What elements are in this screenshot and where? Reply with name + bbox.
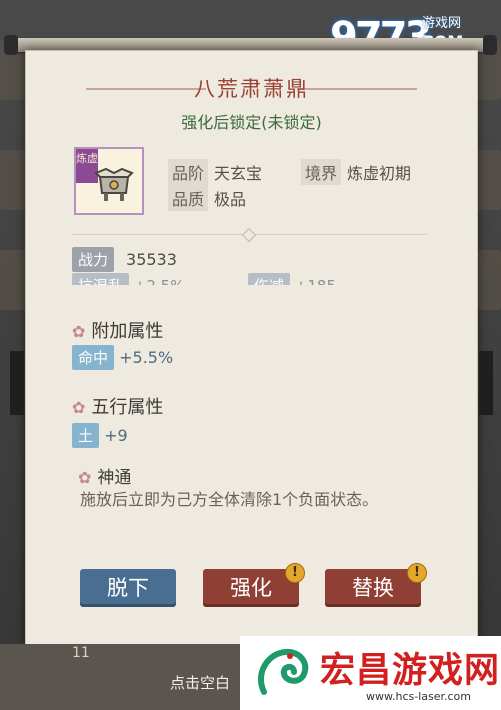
attr-realm-value: 炼虚初期: [347, 164, 412, 183]
extra-attr-heading: ✿ 附加属性: [72, 317, 163, 343]
partial-stat-2: 伤减 +185: [248, 273, 336, 285]
five-elements-stat-value: +9: [104, 426, 128, 445]
replace-button-label: 替换: [352, 576, 394, 600]
divider: [72, 227, 427, 243]
extra-attr-stat: 命中 +5.5%: [72, 345, 173, 370]
five-elements-heading: ✿ 五行属性: [72, 393, 163, 419]
skill-heading: ✿ 神通: [78, 463, 131, 488]
extra-attr-heading-text: 附加属性: [91, 321, 164, 342]
background-count: 11: [72, 645, 90, 661]
partial-stat-1-label: 抗混乱: [72, 273, 130, 285]
enhance-button[interactable]: 强化 !: [203, 563, 305, 607]
item-detail-panel: 八荒肃萧鼎 强化后锁定(未锁定) 炼虚 品阶 天玄宝 境界 炼虚初期 品质 极品 战力…: [10, 50, 493, 646]
extra-attr-stat-label: 命中: [72, 345, 115, 370]
power-label: 战力: [72, 247, 115, 272]
unequip-button-label: 脱下: [107, 576, 149, 600]
attr-grade-label: 品阶: [168, 159, 209, 185]
cauldron-icon: [94, 167, 134, 201]
item-title: 八荒肃萧鼎: [194, 77, 309, 101]
power-row: 战力 35533: [72, 247, 177, 272]
alert-icon: !: [285, 563, 305, 583]
tap-blank-hint[interactable]: 点击空白: [170, 672, 230, 693]
watermark-banner-bottom: 宏昌游戏网 www.hcs-laser.com: [240, 636, 501, 710]
attr-quality-label: 品质: [168, 185, 209, 211]
skill-heading-text: 神通: [97, 468, 132, 488]
panel-side-tab-left: [10, 351, 24, 415]
flower-icon: ✿: [72, 398, 86, 417]
attr-quality: 品质 极品: [168, 185, 246, 211]
five-elements-stat-label: 土: [72, 423, 100, 448]
flower-icon: ✿: [72, 322, 86, 341]
item-icon-card[interactable]: 炼虚: [74, 147, 144, 215]
attr-grade-value: 天玄宝: [214, 164, 263, 183]
power-value: 35533: [126, 250, 177, 269]
flower-icon: ✿: [78, 468, 92, 487]
lock-status: 强化后锁定(未锁定): [181, 113, 322, 132]
extra-attr-stat-value: +5.5%: [119, 348, 174, 367]
enhance-button-label: 强化: [230, 576, 272, 600]
watermark-url: www.hcs-laser.com: [366, 690, 471, 703]
partial-stat-2-label: 伤减: [248, 273, 291, 285]
dragon-logo-icon: [257, 648, 309, 695]
attr-realm-label: 境界: [301, 159, 342, 185]
attr-realm: 境界 炼虚初期: [301, 159, 411, 185]
replace-button[interactable]: 替换 !: [325, 563, 427, 607]
partial-stat-1: 抗混乱 +2.5%: [72, 273, 184, 285]
partial-stat-2-value: +185: [295, 277, 336, 285]
panel-side-tab-right: [479, 351, 493, 415]
attr-quality-value: 极品: [214, 190, 247, 209]
unequip-button[interactable]: 脱下: [80, 569, 176, 607]
partial-stat-1-value: +2.5%: [134, 277, 185, 285]
five-elements-stat: 土 +9: [72, 423, 128, 448]
alert-icon: !: [407, 563, 427, 583]
skill-description: 施放后立即为己方全体清除1个负面状态。: [80, 490, 379, 509]
five-elements-heading-text: 五行属性: [91, 397, 164, 418]
attr-grade: 品阶 天玄宝: [168, 159, 262, 185]
watermark-site: 游戏网: [422, 16, 462, 31]
watermark-title: 宏昌游戏网: [320, 651, 501, 691]
